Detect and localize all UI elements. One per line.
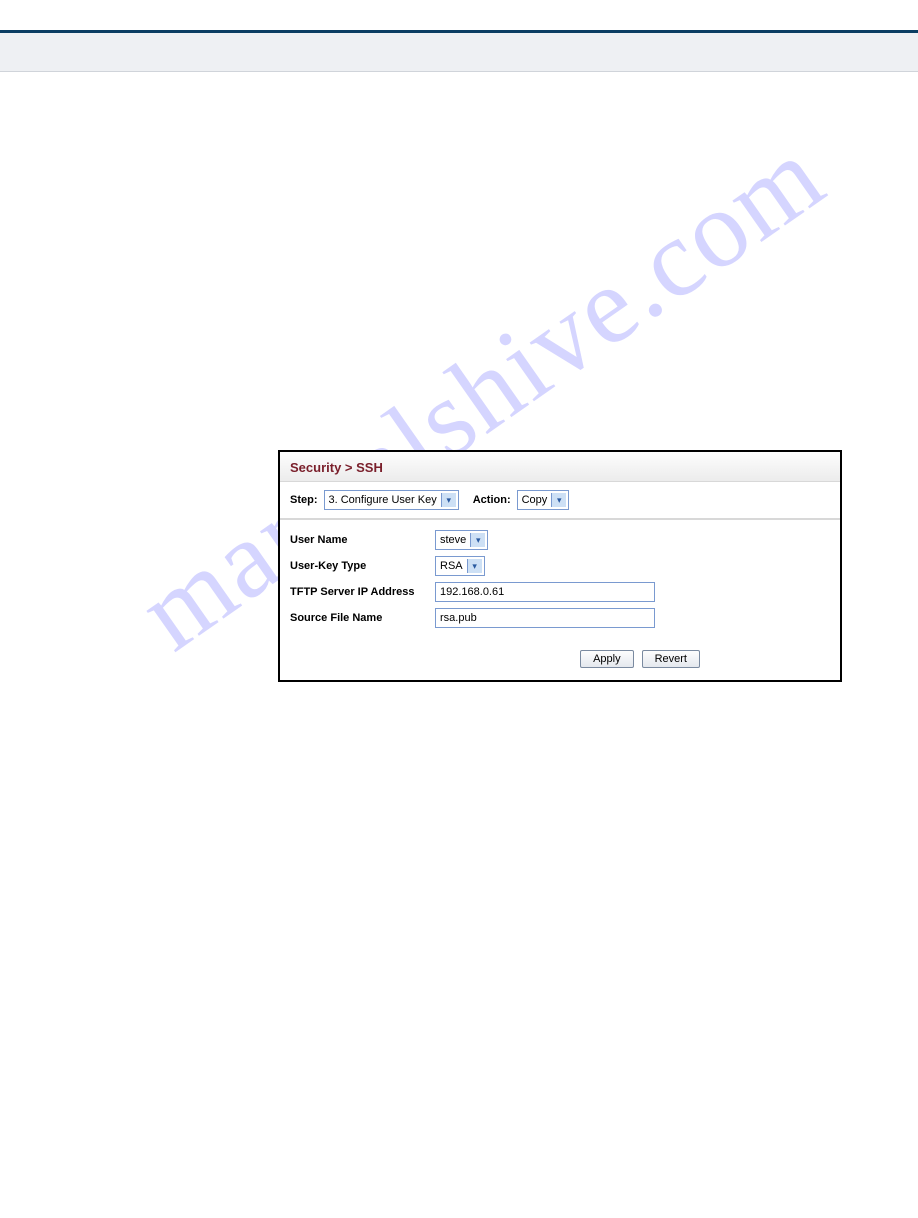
panel-breadcrumb: Security > SSH (280, 452, 840, 482)
chevron-down-icon: ▾ (470, 533, 485, 547)
breadcrumb-ssh: SSH (356, 460, 383, 475)
row-source-file: Source File Name (290, 608, 830, 628)
source-file-input[interactable] (435, 608, 655, 628)
revert-button[interactable]: Revert (642, 650, 700, 668)
button-row: Apply Revert (280, 640, 840, 680)
chevron-down-icon: ▾ (551, 493, 566, 507)
action-select[interactable]: Copy ▾ (517, 490, 570, 510)
step-select[interactable]: 3. Configure User Key ▾ (324, 490, 459, 510)
tftp-ip-input[interactable] (435, 582, 655, 602)
source-file-label: Source File Name (290, 612, 435, 624)
step-label: Step: (290, 494, 318, 506)
user-key-type-label: User-Key Type (290, 560, 435, 572)
chevron-down-icon: ▾ (441, 493, 456, 507)
page-top-bar (0, 30, 918, 72)
ssh-config-panel: Security > SSH Step: 3. Configure User K… (278, 450, 842, 682)
user-key-type-value: RSA (440, 560, 463, 572)
user-name-select[interactable]: steve ▾ (435, 530, 488, 550)
breadcrumb-separator: > (341, 460, 356, 475)
tftp-ip-label: TFTP Server IP Address (290, 586, 435, 598)
user-name-value: steve (440, 534, 466, 546)
row-user-key-type: User-Key Type RSA ▾ (290, 556, 830, 576)
breadcrumb-security: Security (290, 460, 341, 475)
action-select-value: Copy (522, 494, 548, 506)
action-label: Action: (473, 494, 511, 506)
step-select-value: 3. Configure User Key (329, 494, 437, 506)
user-name-label: User Name (290, 534, 435, 546)
form-area: User Name steve ▾ User-Key Type RSA ▾ TF… (280, 520, 840, 640)
apply-button[interactable]: Apply (580, 650, 634, 668)
user-key-type-select[interactable]: RSA ▾ (435, 556, 485, 576)
row-user-name: User Name steve ▾ (290, 530, 830, 550)
row-tftp-ip: TFTP Server IP Address (290, 582, 830, 602)
chevron-down-icon: ▾ (467, 559, 482, 573)
panel-toolbar: Step: 3. Configure User Key ▾ Action: Co… (280, 482, 840, 520)
